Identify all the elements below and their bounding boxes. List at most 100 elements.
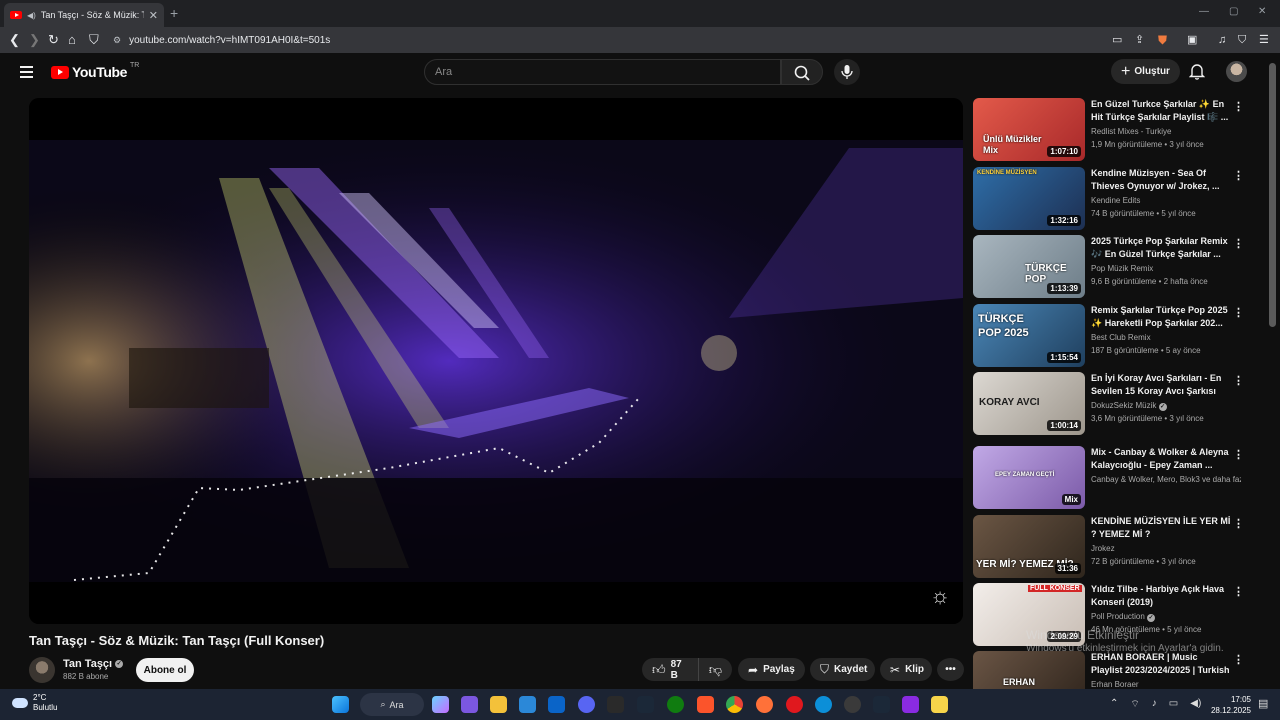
bookmark-icon[interactable]: ⛉	[89, 31, 99, 49]
clock[interactable]: 17:05 28.12.2025	[1205, 694, 1251, 716]
more-vertical-icon[interactable]: ⋮	[1233, 448, 1244, 461]
recommendation-item[interactable]: KORAY AVCI 1:00:14 En İyi Koray Avcı Şar…	[973, 372, 1248, 436]
forward-icon[interactable]: ❯	[29, 31, 40, 49]
recommendation-channel[interactable]: DokuzSekiz Müzik ✓	[1091, 401, 1241, 411]
recommendation-title[interactable]: En Güzel Turkce Şarkılar ✨ En Hit Türkçe…	[1091, 98, 1231, 124]
steam-icon[interactable]	[637, 696, 654, 713]
maximize-icon[interactable]: ▢	[1229, 6, 1238, 17]
youtube-logo[interactable]: YouTube TR	[51, 62, 139, 80]
tray-expand-icon[interactable]: ⌃	[1110, 698, 1118, 711]
recommendation-item[interactable]: ERHAN ERHAN BORAER | Music Playlist 2023…	[973, 651, 1248, 689]
new-tab-icon[interactable]: +	[170, 5, 178, 21]
sidebar-icon[interactable]: ▣	[1187, 31, 1197, 49]
start-icon[interactable]	[332, 696, 349, 713]
recommendation-item[interactable]: TÜRKÇE POP 2025 1:15:54 Remix Şarkılar T…	[973, 304, 1248, 368]
channel-name-row[interactable]: Tan Taşçı ✓	[63, 658, 124, 670]
search-input[interactable]: Ara	[424, 59, 781, 85]
more-vertical-icon[interactable]: ⋮	[1233, 653, 1244, 666]
app-icon[interactable]	[902, 696, 919, 713]
close-tab-icon[interactable]: ✕	[149, 9, 158, 22]
opera-icon[interactable]	[786, 696, 803, 713]
back-icon[interactable]: ❮	[9, 31, 20, 49]
voice-search-button[interactable]	[834, 59, 860, 85]
mic-tray-icon[interactable]: ♪	[1152, 698, 1157, 711]
recommendation-channel[interactable]: Poll Production ✓	[1091, 612, 1241, 622]
recommendation-thumbnail[interactable]: ERHAN	[973, 651, 1085, 689]
recommendation-channel[interactable]: Kendine Edits	[1091, 196, 1241, 205]
store-icon[interactable]	[519, 696, 536, 713]
recommendation-channel[interactable]: Best Club Remix	[1091, 333, 1241, 342]
recommendation-item[interactable]: YER Mİ? YEMEZ Mİ? 31:36 KENDİNE MÜZİSYEN…	[973, 515, 1248, 579]
create-button[interactable]: + Oluştur	[1111, 59, 1180, 84]
taskbar-search[interactable]: ⌕ Ara	[360, 693, 424, 716]
more-vertical-icon[interactable]: ⋮	[1233, 374, 1244, 387]
discord-icon[interactable]	[578, 696, 595, 713]
more-vertical-icon[interactable]: ⋮	[1233, 169, 1244, 182]
vpn-icon[interactable]: ⛉	[1238, 31, 1246, 49]
file-explorer-icon[interactable]	[490, 696, 507, 713]
dislike-button[interactable]: 👎︎	[698, 658, 732, 681]
notification-icon[interactable]: ▤	[1258, 697, 1268, 710]
notes-icon[interactable]	[931, 696, 948, 713]
minimize-icon[interactable]: —	[1199, 6, 1209, 17]
ambient-mode-icon[interactable]: ☼	[930, 583, 950, 609]
search-button[interactable]	[781, 59, 823, 85]
close-window-icon[interactable]: ✕	[1258, 6, 1266, 17]
recommendation-thumbnail[interactable]: KENDİNE MÜZİSYEN 1:32:16	[973, 167, 1085, 230]
recommendation-title[interactable]: En İyi Koray Avcı Şarkıları - En Sevilen…	[1091, 372, 1231, 398]
cast-icon[interactable]: ▭	[1112, 31, 1122, 49]
chrome-icon[interactable]	[726, 696, 743, 713]
address-bar[interactable]: ⚙ youtube.com/watch?v=hIMT091AH0I&t=501s	[113, 30, 1103, 50]
scrollbar-thumb[interactable]	[1269, 63, 1276, 327]
more-vertical-icon[interactable]: ⋮	[1233, 100, 1244, 113]
subscribe-button[interactable]: Abone ol	[136, 658, 194, 682]
recommendation-title[interactable]: 2025 Türkçe Pop Şarkılar Remix 🎶 En Güze…	[1091, 235, 1231, 261]
outlook-icon[interactable]	[548, 696, 565, 713]
page-scrollbar[interactable]	[1266, 53, 1280, 689]
recommendation-title[interactable]: Mix - Canbay & Wolker & Aleyna Kalaycıoğ…	[1091, 446, 1231, 472]
share-button[interactable]: ➦ Paylaş	[738, 658, 805, 681]
channel-avatar[interactable]	[29, 657, 55, 683]
recommendation-thumbnail[interactable]: YER Mİ? YEMEZ Mİ? 31:36	[973, 515, 1085, 578]
like-button[interactable]: 👍︎ 87 B	[642, 658, 698, 681]
recommendation-title[interactable]: KENDİNE MÜZİSYEN İLE YER Mİ ? YEMEZ Mİ ?	[1091, 515, 1231, 541]
firefox-icon[interactable]	[756, 696, 773, 713]
home-icon[interactable]: ⌂	[68, 31, 76, 49]
more-vertical-icon[interactable]: ⋮	[1233, 585, 1244, 598]
save-button[interactable]: ⛉ Kaydet	[810, 658, 875, 681]
guide-menu-icon[interactable]	[20, 66, 33, 78]
task-view-icon[interactable]	[461, 696, 478, 713]
volume-icon[interactable]: ◀)	[1190, 698, 1201, 711]
recommendation-title[interactable]: Kendine Müzisyen - Sea Of Thieves Oynuyo…	[1091, 167, 1231, 193]
epic-games-icon[interactable]	[607, 696, 624, 713]
recommendation-thumbnail[interactable]: TÜRKÇE POP 1:13:39	[973, 235, 1085, 298]
recommendation-channel[interactable]: Pop Müzik Remix	[1091, 264, 1241, 273]
recommendation-thumbnail[interactable]: EPEY ZAMAN GEÇTİ Mix	[973, 446, 1085, 509]
recommendation-title[interactable]: Remix Şarkılar Türkçe Pop 2025 ✨ Hareket…	[1091, 304, 1231, 330]
notifications-bell-icon[interactable]	[1189, 62, 1205, 80]
recommendation-channel[interactable]: Jrokez	[1091, 544, 1241, 553]
browser-tab[interactable]: ◀) Tan Taşçı - Söz & Müzik: Tan ✕	[4, 3, 164, 27]
brave-shield-icon[interactable]: ⛊	[1158, 31, 1167, 49]
share-page-icon[interactable]: ⇪	[1135, 31, 1144, 49]
copilot-icon[interactable]	[432, 696, 449, 713]
brave-icon[interactable]	[697, 696, 714, 713]
display-icon[interactable]: ▭	[1169, 698, 1178, 711]
network-icon[interactable]: ⌔	[1130, 698, 1139, 711]
more-vertical-icon[interactable]: ⋮	[1233, 306, 1244, 319]
recommendation-item[interactable]: TÜRKÇE POP 1:13:39 2025 Türkçe Pop Şarkı…	[973, 235, 1248, 299]
recommendation-item[interactable]: Ünlü Müzikler Mix 1:07:10 En Güzel Turkc…	[973, 98, 1248, 162]
reload-icon[interactable]: ↻	[48, 31, 59, 49]
media-icon[interactable]: ♫	[1218, 31, 1226, 49]
recommendation-channel[interactable]: Redlist Mixes - Turkiye	[1091, 127, 1241, 136]
recommendation-channel[interactable]: Canbay & Wolker, Mero, Blok3 ve daha faz…	[1091, 475, 1241, 484]
menu-icon[interactable]: ☰	[1259, 31, 1269, 49]
edge-icon[interactable]	[815, 696, 832, 713]
recommendation-item[interactable]: EPEY ZAMAN GEÇTİ Mix Mix - Canbay & Wolk…	[973, 446, 1248, 510]
video-player[interactable]	[29, 98, 963, 624]
recommendation-thumbnail[interactable]: KORAY AVCI 1:00:14	[973, 372, 1085, 435]
site-info-icon[interactable]: ⚙	[113, 35, 121, 46]
clip-button[interactable]: ✂ Klip	[880, 658, 932, 681]
recommendation-item[interactable]: KENDİNE MÜZİSYEN 1:32:16 Kendine Müzisye…	[973, 167, 1248, 231]
recommendation-thumbnail[interactable]: Ünlü Müzikler Mix 1:07:10	[973, 98, 1085, 161]
